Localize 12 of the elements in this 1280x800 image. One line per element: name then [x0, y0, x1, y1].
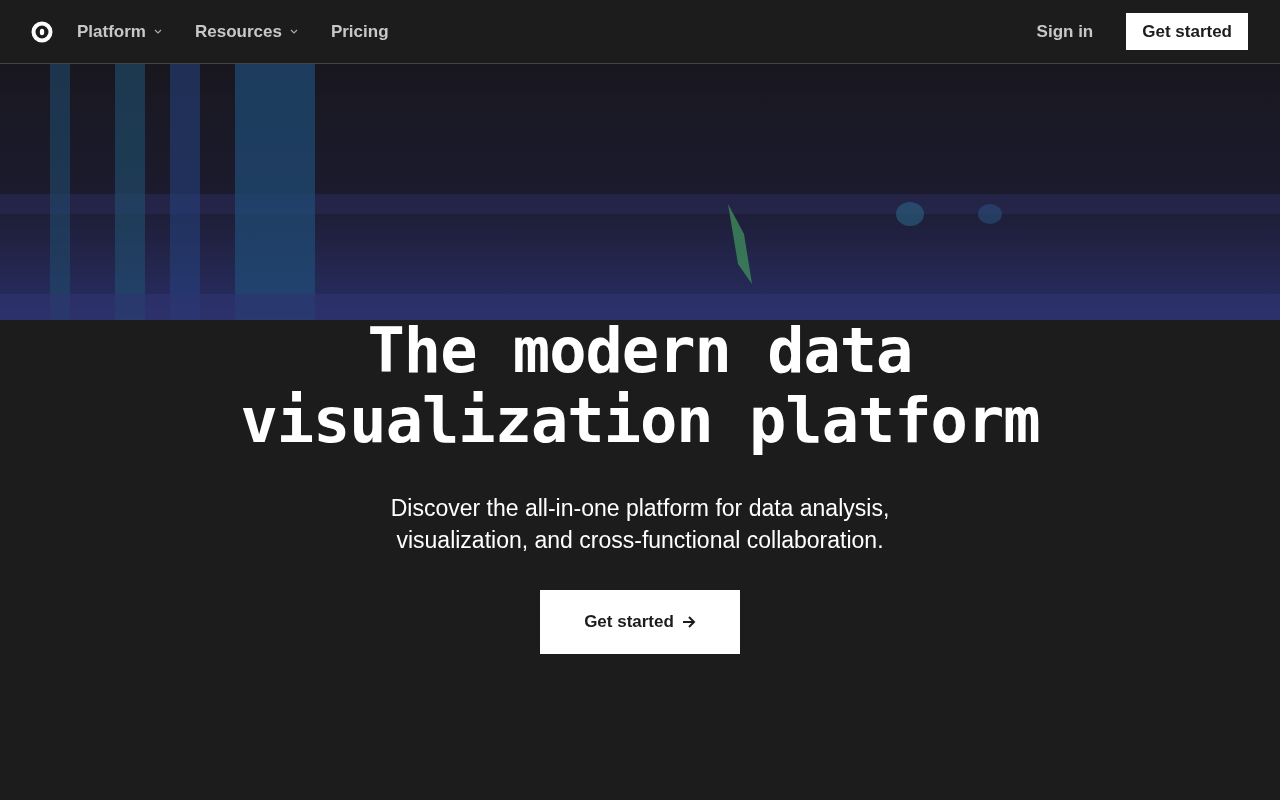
arrow-right-icon — [681, 616, 696, 628]
logo-icon[interactable] — [31, 20, 53, 43]
sign-in-link[interactable]: Sign in — [1036, 18, 1094, 45]
hero-heading: The modern data visualization platform — [239, 316, 1041, 456]
nav-link[interactable]: Platform — [77, 18, 162, 45]
nav-link[interactable]: Pricing — [330, 18, 389, 45]
nav-link[interactable]: Resources — [194, 18, 298, 45]
chevron-down-icon — [153, 29, 162, 34]
hero-subtitle: Discover the all-in-one platform for data analysis, visualization, and cross-functional collaboration. — [389, 494, 891, 555]
chevron-down-icon — [289, 29, 298, 34]
get-started-button[interactable]: Get started — [1126, 12, 1248, 51]
get-started-button[interactable]: Get started — [540, 590, 740, 654]
